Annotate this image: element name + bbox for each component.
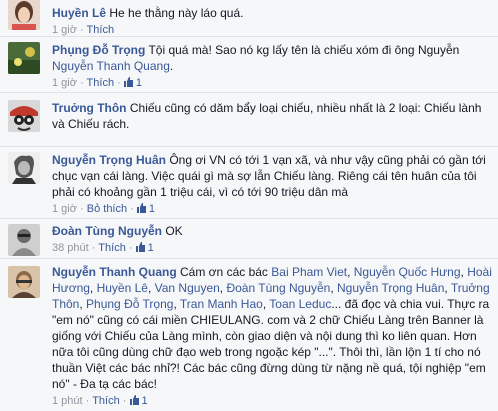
comment-author[interactable]: Truởng Thôn <box>52 101 127 115</box>
avatar[interactable] <box>8 100 40 132</box>
like-count[interactable]: 1 <box>123 77 142 89</box>
thumbs-up-icon <box>123 77 133 87</box>
comment-text: He he thằng này láo quá. <box>109 6 244 20</box>
divider <box>0 92 498 93</box>
comment-meta: 1 giờ · Bỏ thích · 1 <box>52 203 156 215</box>
comment-time[interactable]: 1 phút <box>52 395 83 407</box>
comment-time[interactable]: 38 phút <box>52 242 89 254</box>
comment-author[interactable]: Phụng Đỗ Trọng <box>52 43 145 57</box>
divider <box>0 146 498 147</box>
comment-author[interactable]: Đoàn Tùng Nguyễn <box>52 224 162 238</box>
comment-intro: Cám ơn các bác <box>180 265 272 279</box>
like-count[interactable]: 1 <box>136 203 155 215</box>
like-count[interactable]: 1 <box>129 395 148 407</box>
comment-time[interactable]: 1 giờ <box>52 24 77 36</box>
comment-author[interactable]: Nguyễn Trọng Huân <box>52 153 166 167</box>
mention-link[interactable]: Đoàn Tùng Nguyễn <box>226 281 330 295</box>
mention-link[interactable]: Huyền Lê <box>97 281 148 295</box>
comment-author[interactable]: Nguyễn Thanh Quang <box>52 265 177 279</box>
comment-meta: 1 giờ · Thích · 1 <box>52 77 142 89</box>
thumbs-up-icon <box>135 242 145 252</box>
comment-time[interactable]: 1 giờ <box>52 77 77 89</box>
comment-text: ... đã đọc và chia vui. Thực ra "em nó" … <box>52 297 490 391</box>
divider <box>0 218 498 219</box>
like-link[interactable]: Thích <box>98 242 126 254</box>
mention-link[interactable]: Nguyễn Thanh Quang <box>52 59 170 73</box>
comment-item: Huyền Lê He he thằng này láo quá. 1 giờ … <box>0 0 498 36</box>
like-count[interactable]: 1 <box>135 242 154 254</box>
mention-link[interactable]: Toan Leduc <box>269 297 331 311</box>
comment-time[interactable]: 1 giờ <box>52 203 77 215</box>
mention-link[interactable]: Tran Manh Hao <box>180 297 263 311</box>
avatar[interactable] <box>8 152 40 184</box>
avatar[interactable] <box>8 42 40 74</box>
comment-text: OK <box>165 224 183 238</box>
avatar[interactable] <box>8 266 40 298</box>
mention-link[interactable]: Bai Pham Viet <box>271 265 347 279</box>
thumbs-up-icon <box>129 395 139 405</box>
mention-link[interactable]: Van Nguyen <box>155 281 220 295</box>
mention-link[interactable]: Phụng Đỗ Trọng <box>86 297 173 311</box>
comment-meta: 38 phút · Thích · 1 <box>52 242 154 254</box>
avatar[interactable] <box>8 224 40 256</box>
comment-text: Tội quá mà! Sao nó kg lấy tên là chiếu x… <box>148 43 460 57</box>
comment-author[interactable]: Huyền Lê <box>52 6 106 20</box>
avatar[interactable] <box>8 0 40 30</box>
thumbs-up-icon <box>136 203 146 213</box>
like-link[interactable]: Thích <box>87 24 115 36</box>
divider <box>0 36 498 37</box>
mention-link[interactable]: Nguyễn Quốc Hưng <box>354 265 461 279</box>
divider <box>0 258 498 259</box>
comment-meta: 1 phút · Thích · 1 <box>52 395 148 407</box>
unlike-link[interactable]: Bỏ thích <box>87 203 127 215</box>
mention-link[interactable]: Nguyễn Trọng Huân <box>337 281 444 295</box>
like-link[interactable]: Thích <box>87 77 115 89</box>
like-link[interactable]: Thích <box>92 395 120 407</box>
comment-meta: 1 giờ · Thích <box>52 24 115 36</box>
